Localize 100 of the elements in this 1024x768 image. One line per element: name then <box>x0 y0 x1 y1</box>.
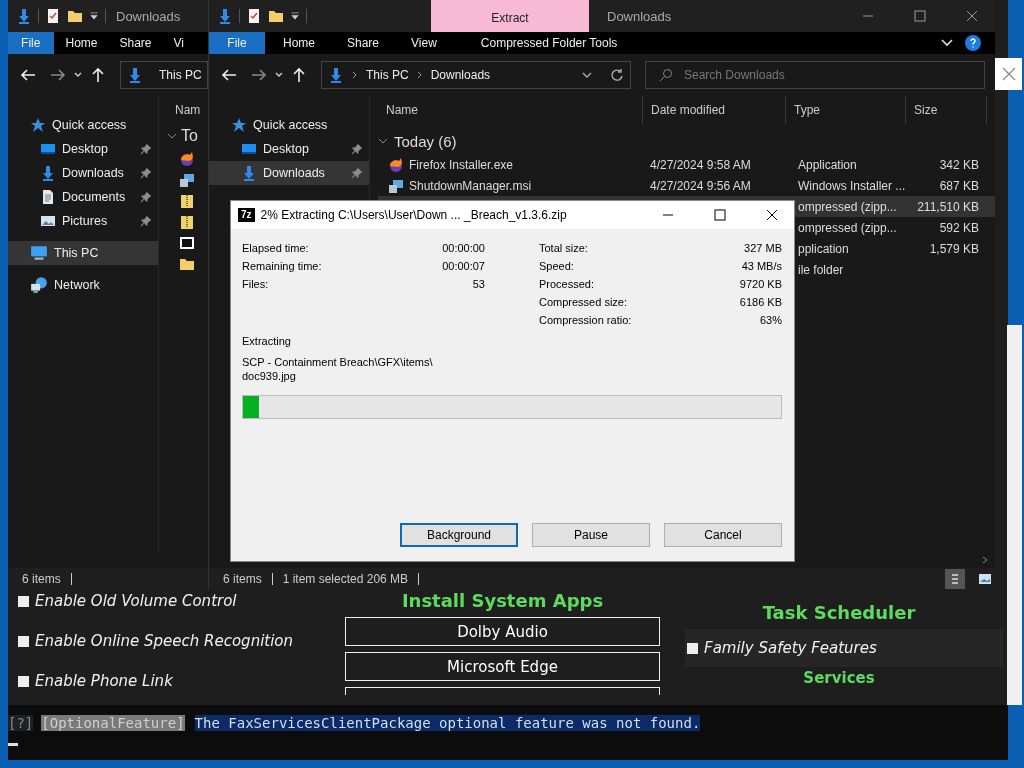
section-heading: Task Scheduler <box>762 602 916 623</box>
desktop-icon <box>241 141 257 157</box>
network-icon <box>30 276 48 294</box>
ribbon-tab[interactable]: Share <box>109 32 162 54</box>
download-arrow-icon <box>127 67 143 83</box>
log-message: The FaxServicesClientPackage optional feature was not found. <box>194 715 701 731</box>
column-header[interactable]: Date modified <box>642 96 785 124</box>
stat-label: Total size: <box>539 242 588 254</box>
stat-value: 43 MB/s <box>741 260 782 272</box>
close-icon[interactable] <box>966 10 978 22</box>
ribbon-tab[interactable]: File <box>8 32 54 54</box>
app-icon <box>179 150 195 167</box>
install-button[interactable] <box>345 687 660 695</box>
type-cell: ompressed (zipp... <box>798 199 897 214</box>
sidebar-item[interactable]: Documents <box>8 185 158 209</box>
picture-icon <box>978 573 992 585</box>
ribbon-tab[interactable]: View <box>397 32 451 54</box>
refresh-icon[interactable] <box>610 68 624 82</box>
column-header[interactable]: Nam <box>167 96 208 124</box>
back-arrow-icon[interactable] <box>221 67 237 83</box>
column-header[interactable]: Size <box>905 96 987 124</box>
dialog-button[interactable]: Background <box>400 523 518 547</box>
properties-icon <box>246 8 262 24</box>
ribbon-tab[interactable]: Share <box>333 32 394 54</box>
download-arrow-icon <box>40 165 56 181</box>
type-cell: Windows Installer ... <box>798 178 906 193</box>
folder-icon <box>67 8 83 24</box>
sidebar-item[interactable]: Quick access <box>8 113 158 137</box>
details-view-button[interactable] <box>945 569 965 589</box>
ribbon-tab[interactable]: Home <box>269 32 329 54</box>
scroll-right-icon[interactable] <box>981 556 989 564</box>
desktop-icon <box>40 141 56 157</box>
installer-icon <box>179 171 195 188</box>
log-category: [OptionalFeature] <box>41 715 185 731</box>
sidebar-item[interactable]: Desktop <box>8 137 158 161</box>
chevron-down-icon[interactable] <box>275 71 283 79</box>
stat-label: Files: <box>242 278 269 290</box>
forward-arrow-icon[interactable] <box>251 67 267 83</box>
ribbon-tab[interactable]: Vi <box>163 32 194 54</box>
sidebar-item[interactable]: This PC <box>8 241 158 265</box>
breadcrumb[interactable]: Downloads <box>430 68 491 82</box>
file-row[interactable]: ShutdownManager.msi 4/27/2024 9:56 AM Windows Installer ... 687 KB <box>378 175 995 196</box>
checkbox[interactable] <box>18 675 29 687</box>
file-path: SCP - Containment Breach\GFX\items\ <box>242 355 434 369</box>
download-arrow-icon <box>241 165 257 181</box>
dialog-button[interactable]: Pause <box>532 523 650 547</box>
sidebar-item[interactable]: Network <box>8 273 158 297</box>
ribbon-tab[interactable]: Home <box>55 32 108 54</box>
install-button[interactable]: Microsoft Edge <box>345 652 660 681</box>
list-icon <box>950 573 960 585</box>
star-icon <box>231 117 247 133</box>
checkbox[interactable] <box>18 635 29 647</box>
stat-value: 9720 KB <box>739 278 782 290</box>
file-row[interactable]: Firefox Installer.exe 4/27/2024 9:58 AM Application 342 KB <box>378 154 995 175</box>
dialog-button[interactable]: Cancel <box>664 523 782 547</box>
ribbon-tab[interactable]: Compressed Folder Tools <box>466 32 632 54</box>
column-header[interactable]: Type <box>785 96 905 124</box>
sidebar-item[interactable]: Desktop <box>209 137 369 161</box>
breadcrumb[interactable]: This PC <box>159 68 202 82</box>
group-header[interactable]: To <box>181 127 198 145</box>
status-label: Extracting <box>242 335 292 347</box>
search-field[interactable]: Search Downloads <box>645 61 985 89</box>
type-cell: pplication <box>798 241 849 256</box>
install-button[interactable]: Dolby Audio <box>345 617 660 646</box>
sidebar-item[interactable]: Downloads <box>8 161 158 185</box>
section-heading: Services <box>803 669 875 687</box>
breadcrumb[interactable]: This PC <box>366 68 409 82</box>
help-icon[interactable] <box>965 35 981 51</box>
address-bar[interactable]: This PC Downloads <box>321 61 631 89</box>
sidebar-item[interactable]: Quick access <box>209 113 369 137</box>
up-arrow-icon[interactable] <box>90 67 106 83</box>
download-arrow-icon <box>217 8 233 24</box>
checkbox[interactable] <box>18 595 29 607</box>
size-cell: 592 KB <box>939 220 979 235</box>
scrollbar[interactable] <box>1007 325 1022 705</box>
folder-icon <box>268 8 284 24</box>
chevron-down-icon[interactable] <box>74 71 82 79</box>
star-icon <box>30 117 46 133</box>
group-header[interactable]: Today (6) <box>394 132 457 150</box>
checkbox[interactable] <box>687 642 698 654</box>
archive-icon <box>179 234 195 251</box>
dropdown-icon <box>290 11 300 21</box>
maximize-icon[interactable] <box>714 209 726 221</box>
pin-icon <box>140 167 152 179</box>
stat-label: Compression ratio: <box>539 314 632 326</box>
sidebar-item[interactable]: Pictures <box>8 209 158 233</box>
sidebar-item[interactable]: Downloads <box>209 161 369 185</box>
download-arrow-icon <box>16 8 32 24</box>
forward-arrow-icon[interactable] <box>50 67 66 83</box>
window-title: Downloads <box>116 8 181 24</box>
pin-icon <box>140 215 152 227</box>
chevron-down-icon[interactable] <box>582 71 592 79</box>
ribbon-tab[interactable]: File <box>209 32 265 54</box>
stat-label: Speed: <box>539 260 574 272</box>
up-arrow-icon[interactable] <box>291 67 307 83</box>
address-bar[interactable]: This PC <box>120 61 208 89</box>
close-icon[interactable] <box>766 209 778 221</box>
column-header[interactable]: Name <box>378 96 642 124</box>
back-arrow-icon[interactable] <box>20 67 36 83</box>
status-text: 1 item selected 206 MB <box>282 572 409 586</box>
